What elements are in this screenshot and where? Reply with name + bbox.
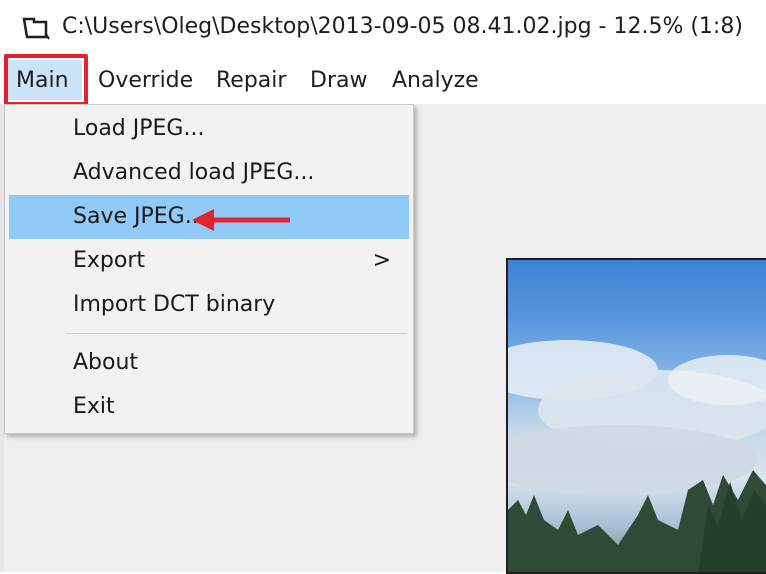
menu-item-label: Exit bbox=[73, 394, 115, 419]
menu-item-label: Import DCT binary bbox=[73, 292, 276, 317]
menu-item-label: Load JPEG... bbox=[73, 116, 205, 141]
menu-item-about[interactable]: About bbox=[9, 341, 409, 385]
red-arrow-icon bbox=[192, 209, 290, 231]
menu-item-label: Export bbox=[73, 248, 146, 273]
menu-item-export[interactable]: Export > bbox=[9, 239, 409, 283]
menu-item-label: Advanced load JPEG... bbox=[73, 160, 315, 185]
menu-separator bbox=[67, 333, 407, 334]
menu-repair[interactable]: Repair bbox=[216, 68, 286, 93]
menu-item-label: About bbox=[73, 350, 139, 375]
menu-item-import-dct-binary[interactable]: Import DCT binary bbox=[9, 283, 409, 327]
menu-item-advanced-load-jpeg[interactable]: Advanced load JPEG... bbox=[9, 151, 409, 195]
image-preview bbox=[506, 258, 766, 574]
menu-draw[interactable]: Draw bbox=[310, 68, 367, 93]
menu-item-label: Save JPEG... bbox=[73, 204, 206, 229]
menu-item-load-jpeg[interactable]: Load JPEG... bbox=[9, 107, 409, 151]
window-title: C:\Users\Oleg\Desktop\2013-09-05 08.41.0… bbox=[62, 14, 743, 39]
main-dropdown-menu: Load JPEG... Advanced load JPEG... Save … bbox=[4, 104, 414, 434]
title-bar: C:\Users\Oleg\Desktop\2013-09-05 08.41.0… bbox=[0, 0, 766, 60]
app-icon bbox=[22, 17, 50, 40]
submenu-chevron-icon: > bbox=[372, 248, 391, 273]
photo-landscape bbox=[508, 340, 766, 572]
menu-item-exit[interactable]: Exit bbox=[9, 385, 409, 429]
main-menu-red-highlight bbox=[4, 54, 88, 106]
menu-analyze[interactable]: Analyze bbox=[392, 68, 479, 93]
menu-override[interactable]: Override bbox=[98, 68, 193, 93]
